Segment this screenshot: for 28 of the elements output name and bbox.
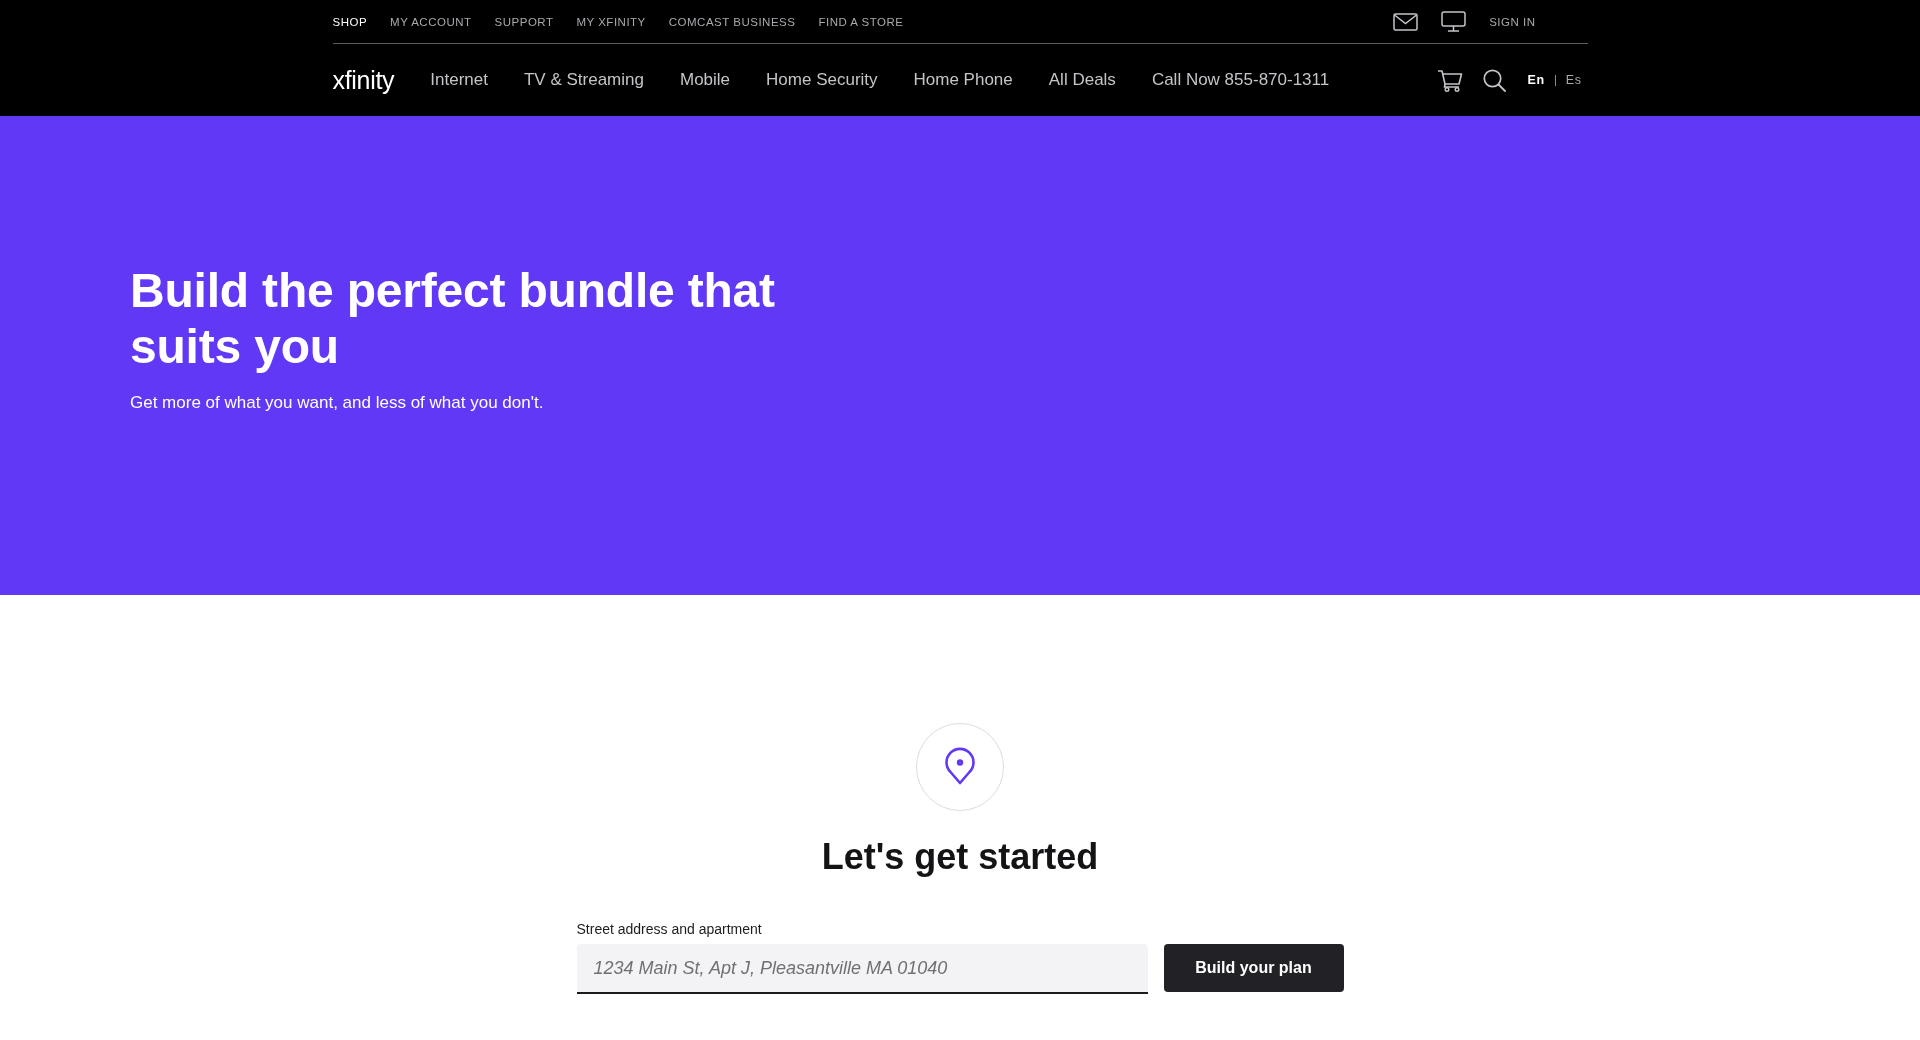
map-pin-icon bbox=[916, 723, 1004, 811]
sign-in-link[interactable]: SIGN IN bbox=[1489, 15, 1536, 28]
nav-link[interactable]: TV & Streaming bbox=[523, 70, 644, 90]
hero-subtitle: Get more of what you want, and less of what you don't. bbox=[130, 392, 545, 414]
nav-link[interactable]: MY ACCOUNT bbox=[390, 15, 472, 28]
nav-link[interactable]: MY XFINITY bbox=[576, 15, 646, 28]
nav-link[interactable]: All Deals bbox=[1048, 70, 1116, 90]
logo[interactable]: xfinity bbox=[332, 65, 395, 95]
language-link[interactable]: En bbox=[1527, 73, 1545, 87]
nav-link[interactable]: Internet bbox=[430, 70, 488, 90]
nav-link[interactable]: Call Now 855-870-1311 bbox=[1151, 70, 1330, 90]
nav-link[interactable]: Home Phone bbox=[913, 70, 1013, 90]
nav-link[interactable]: Home Security bbox=[766, 70, 878, 90]
nav-link[interactable]: COMCAST BUSINESS bbox=[668, 15, 796, 28]
cart-icon[interactable] bbox=[1436, 68, 1463, 92]
monitor-icon[interactable] bbox=[1441, 11, 1467, 32]
hero-title: Build the perfect bundle that suits you bbox=[130, 263, 776, 375]
nav-link[interactable]: SHOP bbox=[332, 15, 368, 28]
nav-link[interactable]: SUPPORT bbox=[494, 15, 554, 28]
search-icon[interactable] bbox=[1482, 68, 1506, 92]
language-link[interactable]: Es bbox=[1565, 73, 1582, 87]
address-field[interactable]: 1234 Main St, Apt J, Pleasantville MA 01040 bbox=[576, 944, 1148, 994]
mail-icon[interactable] bbox=[1393, 12, 1419, 31]
field-label: Street address and apartment bbox=[576, 920, 763, 938]
build-plan-button[interactable]: Build your plan bbox=[1163, 944, 1344, 992]
nav-link[interactable]: FIND A STORE bbox=[818, 15, 904, 28]
section-heading: Let's get started bbox=[821, 835, 1099, 879]
nav-link[interactable]: Mobile bbox=[679, 70, 731, 90]
